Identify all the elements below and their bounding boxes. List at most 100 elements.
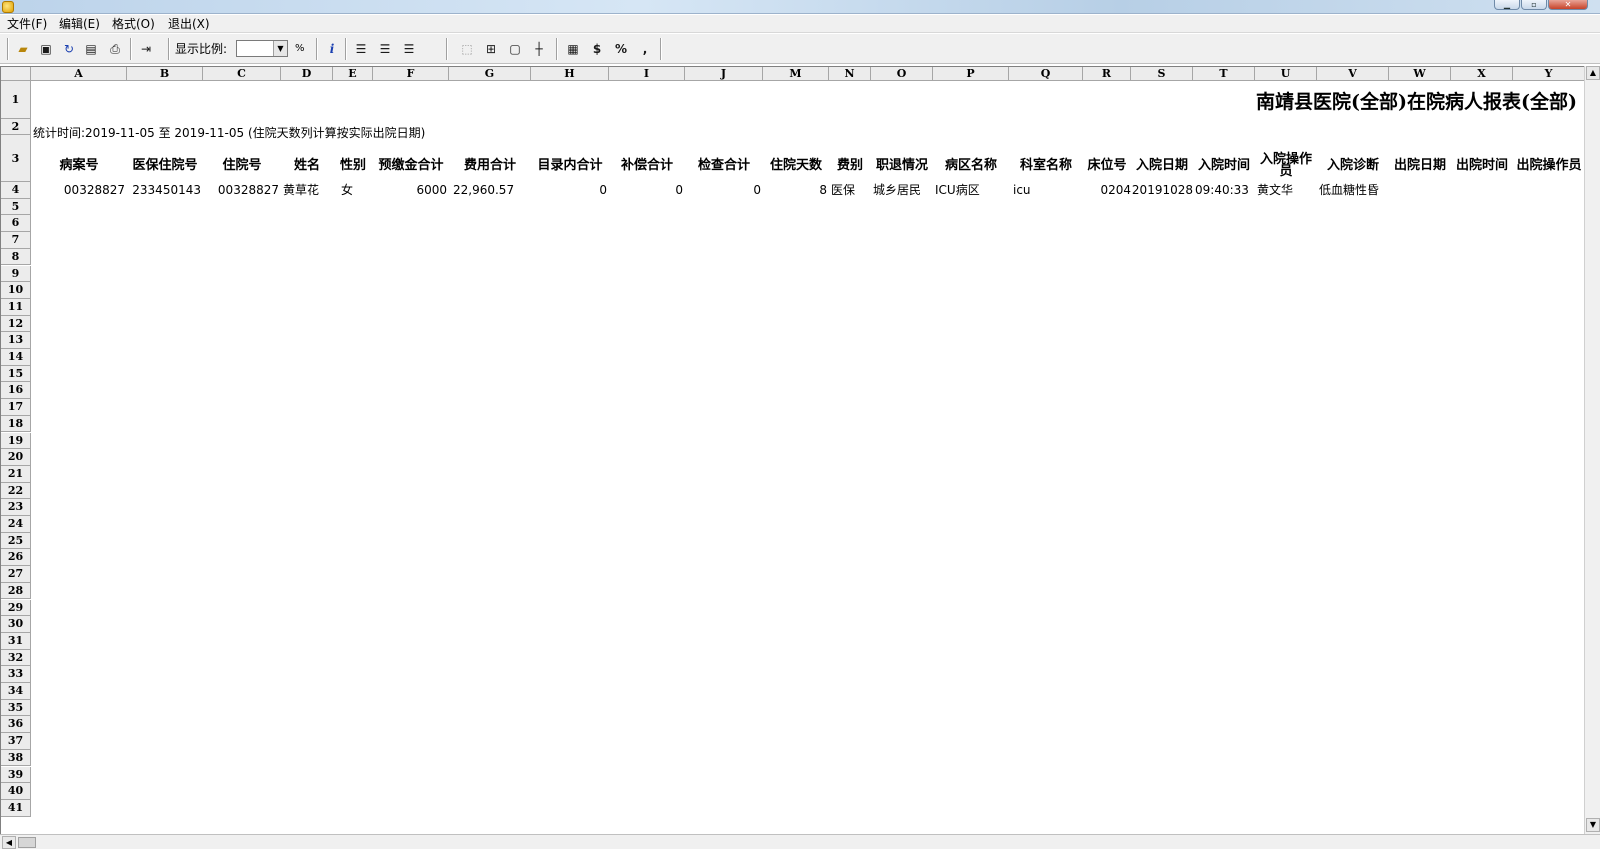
row-header[interactable]: 27 [1,566,31,583]
cell-medical-record-no[interactable]: 00328827 [31,182,125,199]
row-header[interactable]: 10 [1,282,31,299]
menu-edit[interactable]: 编辑(E) [59,17,100,31]
cell-discharge-date[interactable] [1389,182,1451,199]
scroll-up-icon[interactable]: ▲ [1586,66,1600,80]
row-header[interactable]: 2 [1,119,31,135]
refresh-icon[interactable]: ↻ [60,41,78,57]
spreadsheet-grid[interactable]: A B C D E F G H I J M N O P Q R S T U V … [0,66,1584,834]
row-header[interactable]: 12 [1,315,31,333]
cell-discharge-time[interactable] [1451,182,1513,199]
column-header[interactable]: H [531,67,609,81]
cell-gender[interactable]: 女 [341,182,373,199]
print-preview-icon[interactable]: ▤ [82,41,100,57]
cell-admission-diagnosis[interactable]: 低血糖性昏 [1319,182,1389,199]
row-header[interactable]: 4 [1,182,31,199]
row-header[interactable]: 23 [1,499,31,516]
column-header[interactable]: Y [1513,67,1584,81]
row-header[interactable]: 40 [1,783,31,800]
column-header[interactable]: U [1255,67,1317,81]
row-header[interactable]: 21 [1,465,31,483]
row-header[interactable]: 24 [1,516,31,533]
border-all-icon[interactable]: ⊞ [482,41,500,57]
vertical-scrollbar[interactable]: ▲ ▼ [1584,66,1600,834]
row-header[interactable]: 38 [1,749,31,767]
border-none-icon[interactable]: ⬚ [458,41,476,57]
column-header[interactable]: F [373,67,449,81]
row-header[interactable]: 25 [1,532,31,550]
row-header[interactable]: 37 [1,733,31,750]
cell-employment-status[interactable]: 城乡居民 [873,182,933,199]
row-header[interactable]: 6 [1,215,31,233]
row-header[interactable]: 16 [1,382,31,400]
scroll-thumb[interactable] [18,837,36,848]
row-header[interactable]: 33 [1,666,31,683]
currency-format-icon[interactable]: $ [588,41,606,57]
close-button[interactable]: ✕ [1548,0,1588,10]
row-header[interactable]: 20 [1,449,31,466]
column-header[interactable]: P [933,67,1009,81]
column-header[interactable]: N [829,67,871,81]
row-header[interactable]: 36 [1,716,31,734]
cell-admission-time[interactable]: 09:40:33 [1195,182,1255,199]
cell-cost-total[interactable]: 22,960.57 [453,182,531,199]
scroll-down-icon[interactable]: ▼ [1586,818,1600,832]
column-header[interactable]: M [763,67,829,81]
row-header[interactable]: 35 [1,699,31,717]
column-header[interactable]: J [685,67,763,81]
column-header[interactable]: T [1193,67,1255,81]
cell-compensation-total[interactable]: 0 [609,182,683,199]
cell-insurance-admission-no[interactable]: 233450143 [127,182,201,199]
row-header[interactable]: 26 [1,549,31,567]
row-header[interactable]: 29 [1,599,31,617]
border-inner-icon[interactable]: ┼ [530,41,548,57]
row-header[interactable]: 22 [1,482,31,500]
row-header[interactable]: 13 [1,332,31,349]
cell-admission-no[interactable]: 00328827 [203,182,279,199]
save-icon[interactable]: ▣ [37,41,55,57]
row-header[interactable]: 15 [1,365,31,383]
horizontal-scrollbar[interactable]: ◀ [0,834,1600,849]
column-header[interactable]: O [871,67,933,81]
calculator-icon[interactable]: ▦ [564,41,582,57]
scroll-left-icon[interactable]: ◀ [2,836,16,849]
cell-admission-operator[interactable]: 黄文华 [1257,182,1317,199]
cell-discharge-operator[interactable] [1513,182,1584,199]
row-header[interactable]: 41 [1,799,31,817]
row-header[interactable]: 19 [1,432,31,450]
column-header[interactable]: B [127,67,203,81]
menu-file[interactable]: 文件(F) [7,17,47,31]
row-header[interactable]: 11 [1,298,31,316]
info-icon[interactable]: i [323,41,341,57]
column-header[interactable]: R [1083,67,1131,81]
menu-format[interactable]: 格式(O) [112,17,155,31]
chevron-down-icon[interactable]: ▼ [273,41,287,56]
row-header[interactable]: 17 [1,399,31,416]
cell-stay-days[interactable]: 8 [763,182,827,199]
select-all-corner[interactable] [1,67,31,81]
column-header[interactable]: W [1389,67,1451,81]
thousands-format-icon[interactable]: , [636,41,654,57]
row-header[interactable]: 1 [1,81,31,119]
row-header[interactable]: 18 [1,415,31,433]
cell-department-name[interactable]: icu [1011,182,1083,199]
border-outer-icon[interactable]: ▢ [506,41,524,57]
column-header[interactable]: E [333,67,373,81]
row-header[interactable]: 7 [1,232,31,249]
row-header[interactable]: 28 [1,582,31,600]
column-header[interactable]: S [1131,67,1193,81]
minimize-button[interactable]: ▁ [1494,0,1520,10]
row-header[interactable]: 32 [1,649,31,667]
cell-catalog-total[interactable]: 0 [531,182,607,199]
export-icon[interactable]: ⇥ [137,41,155,57]
row-header[interactable]: 34 [1,683,31,700]
cell-admission-date[interactable]: 20191028 [1131,182,1193,199]
cell-patient-name[interactable]: 黄草花 [283,182,333,199]
row-header[interactable]: 39 [1,766,31,784]
percent-format-icon[interactable]: % [612,41,630,57]
row-header[interactable]: 9 [1,265,31,283]
column-header[interactable]: I [609,67,685,81]
cell-fee-type[interactable]: 医保 [831,182,871,199]
column-header[interactable]: V [1317,67,1389,81]
column-header[interactable]: C [203,67,281,81]
column-header[interactable]: X [1451,67,1513,81]
